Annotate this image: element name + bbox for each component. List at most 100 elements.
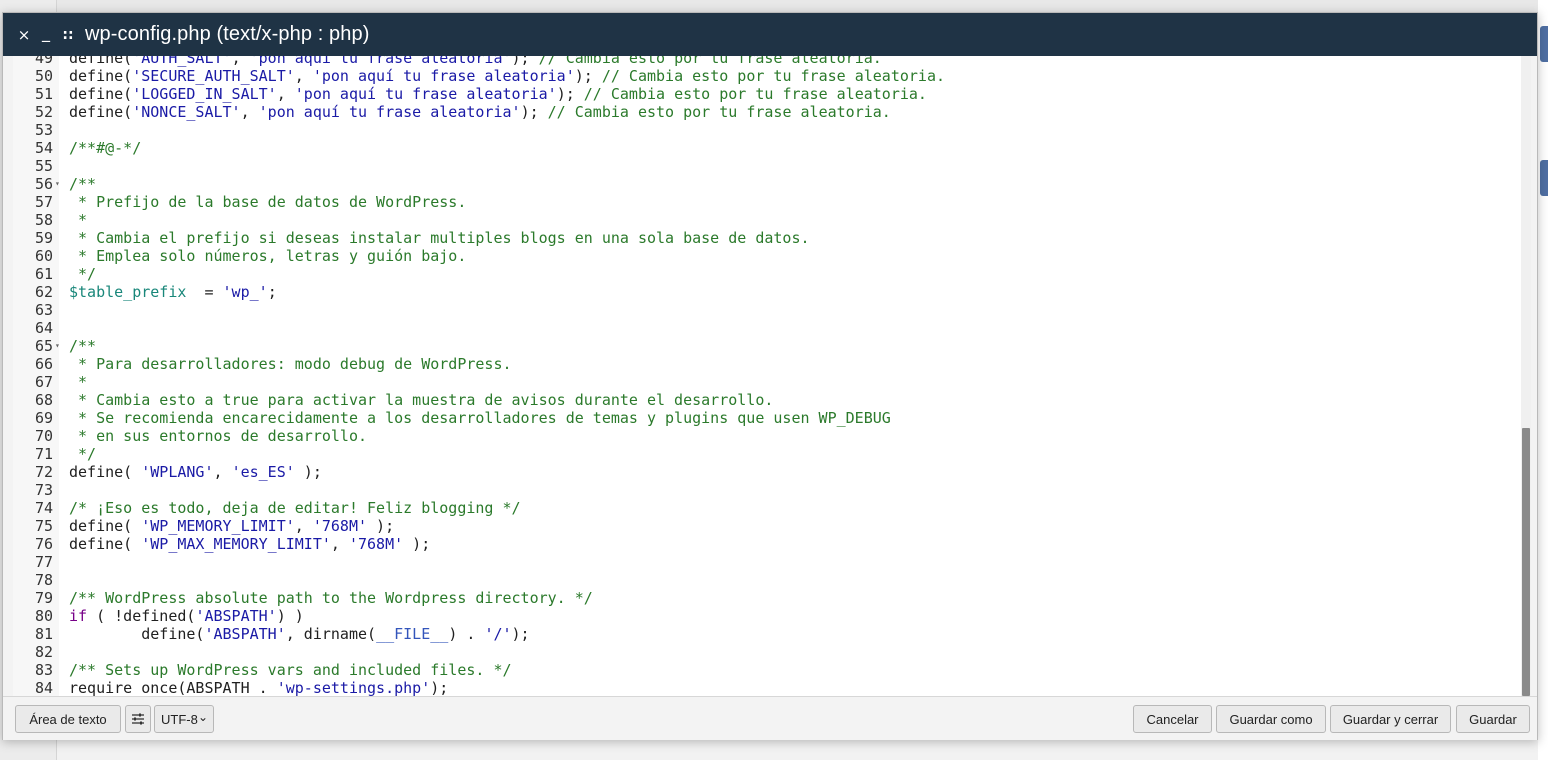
code-token: // Cambia esto por tu frase aleatoria. [547,103,891,121]
line-source: define('AUTH_SALT', 'pon aquí tu frase a… [69,56,882,67]
code-line[interactable]: 82 [13,643,1521,661]
code-token: define( [69,67,133,85]
line-number: 54 [34,139,53,157]
minimize-icon[interactable]: _ [35,23,57,42]
save-as-button[interactable]: Guardar como [1216,705,1326,733]
code-token: ); [556,85,584,103]
code-token: 'LOGGED_IN_SALT' [132,85,277,103]
code-token: if [69,607,88,625]
code-line[interactable]: 70 * en sus entornos de desarrollo. [13,427,1521,445]
code-token: * [69,211,88,229]
code-line[interactable]: 52 define('NONCE_SALT', 'pon aquí tu fras… [13,103,1521,121]
code-token: define( [69,535,142,553]
code-line[interactable]: 59 * Cambia el prefijo si deseas instala… [13,229,1521,247]
code-line[interactable]: 71 */ [13,445,1521,463]
code-line[interactable]: 61 */ [13,265,1521,283]
code-line[interactable]: 56 ▾ /** [13,175,1521,193]
code-token: * Emplea solo números, letras y guión ba… [69,247,467,265]
code-line[interactable]: 66 * Para desarrolladores: modo debug de… [13,355,1521,373]
line-number: 53 [34,121,53,139]
line-number: 57 [34,193,53,211]
code-token: define( [69,103,133,121]
encoding-value: UTF-8 [161,711,198,727]
editor-settings-button[interactable] [125,705,151,733]
fold-toggle-icon[interactable]: ▾ [55,337,60,355]
line-source: * Prefijo de la base de datos de WordPre… [69,193,466,211]
code-token: __FILE__ [376,625,449,643]
code-line[interactable]: 83 /** Sets up WordPress vars and include… [13,661,1521,679]
code-line[interactable]: 53 [13,121,1521,139]
code-line[interactable]: 69 * Se recomienda encarecidamente a los… [13,409,1521,427]
code-line[interactable]: 65 ▾ /** [13,337,1521,355]
line-number: 67 [34,373,53,391]
code-line[interactable]: 75 define( 'WP_MEMORY_LIMIT', '768M' ); [13,517,1521,535]
line-number: 51 [34,85,53,103]
code-token: * [69,373,88,391]
cancel-button[interactable]: Cancelar [1133,705,1212,733]
line-number: 64 [34,319,53,337]
code-line[interactable]: 62 $table_prefix = 'wp_'; [13,283,1521,301]
code-line[interactable]: 50 define('SECURE_AUTH_SALT', 'pon aquí t… [13,67,1521,85]
line-source: /** [69,337,96,355]
code-line[interactable]: 77 [13,553,1521,571]
code-line[interactable]: 49 define('AUTH_SALT', 'pon aquí tu frase… [13,56,1521,67]
code-line[interactable]: 81 define('ABSPATH', dirname(__FILE__) .… [13,625,1521,643]
save-button[interactable]: Guardar [1456,705,1530,733]
code-line[interactable]: 57 * Prefijo de la base de datos de Word… [13,193,1521,211]
line-number: 78 [34,571,53,589]
code-content[interactable]: 49 define('AUTH_SALT', 'pon aquí tu frase… [13,56,1521,696]
encoding-select[interactable]: UTF-8 ⌄ [154,705,214,733]
code-line[interactable]: 64 [13,319,1521,337]
code-line[interactable]: 60 * Emplea solo números, letras y guión… [13,247,1521,265]
vertical-scrollbar[interactable] [1521,56,1531,696]
code-token: * Cambia esto a true para activar la mue… [69,391,774,409]
fold-toggle-icon[interactable]: ▾ [55,175,60,193]
code-token: ); [430,679,449,696]
line-source: define('LOGGED_IN_SALT', 'pon aquí tu fr… [69,85,927,103]
code-token: * Se recomienda encarecidamente a los de… [69,409,891,427]
line-number: 52 [34,103,53,121]
line-source: * Cambia el prefijo si deseas instalar m… [69,229,810,247]
line-number: 68 [34,391,53,409]
textarea-mode-button[interactable]: Área de texto [15,705,121,733]
dialog-titlebar[interactable]: × _ :: wp-config.php (text/x-php : php) [3,13,1537,56]
close-icon[interactable]: × [13,26,35,44]
save-and-close-button[interactable]: Guardar y cerrar [1330,705,1451,733]
code-token: 'WP_MEMORY_LIMIT' [141,517,295,535]
code-line[interactable]: 80 if ( !defined('ABSPATH') ) [13,607,1521,625]
line-number: 83 [34,661,53,679]
code-line[interactable]: 78 [13,571,1521,589]
code-line[interactable]: 67 * [13,373,1521,391]
code-line[interactable]: 58 * [13,211,1521,229]
code-token: 'pon aquí tu frase aleatoria' [312,67,575,85]
line-source: define( 'WPLANG', 'es_ES' ); [69,463,322,481]
code-token: 'ABSPATH' [195,607,277,625]
sliders-icon [132,713,144,725]
code-line[interactable]: 79 /** WordPress absolute path to the Wor… [13,589,1521,607]
code-line[interactable]: 68 * Cambia esto a true para activar la … [13,391,1521,409]
code-token: * Cambia el prefijo si deseas instalar m… [69,229,810,247]
code-token: ) ) [276,607,304,625]
code-editor[interactable]: 49 define('AUTH_SALT', 'pon aquí tu frase… [13,56,1531,696]
code-token: 'AUTH_SALT' [132,56,232,67]
line-number: 63 [34,301,53,319]
line-number: 58 [34,211,53,229]
line-source: */ [69,265,96,283]
background-tile-icon [1540,26,1548,62]
code-token: define( [69,56,133,67]
drag-handle-icon[interactable]: :: [57,27,79,43]
code-token: , [231,56,250,67]
code-line[interactable]: 54 /**#@-*/ [13,139,1521,157]
scrollbar-thumb[interactable] [1522,428,1530,696]
code-line[interactable]: 84 require_once(ABSPATH . 'wp-settings.ph… [13,679,1521,696]
code-line[interactable]: 73 [13,481,1521,499]
code-line[interactable]: 74 /* ¡Eso es todo, deja de editar! Feliz… [13,499,1521,517]
dialog-title: wp-config.php (text/x-php : php) [85,23,370,45]
code-token: /** [69,337,97,355]
code-line[interactable]: 51 define('LOGGED_IN_SALT', 'pon aquí tu … [13,85,1521,103]
code-line[interactable]: 72 define( 'WPLANG', 'es_ES' ); [13,463,1521,481]
code-line[interactable]: 55 [13,157,1521,175]
code-line[interactable]: 63 [13,301,1521,319]
code-line[interactable]: 76 define( 'WP_MAX_MEMORY_LIMIT', '768M' … [13,535,1521,553]
